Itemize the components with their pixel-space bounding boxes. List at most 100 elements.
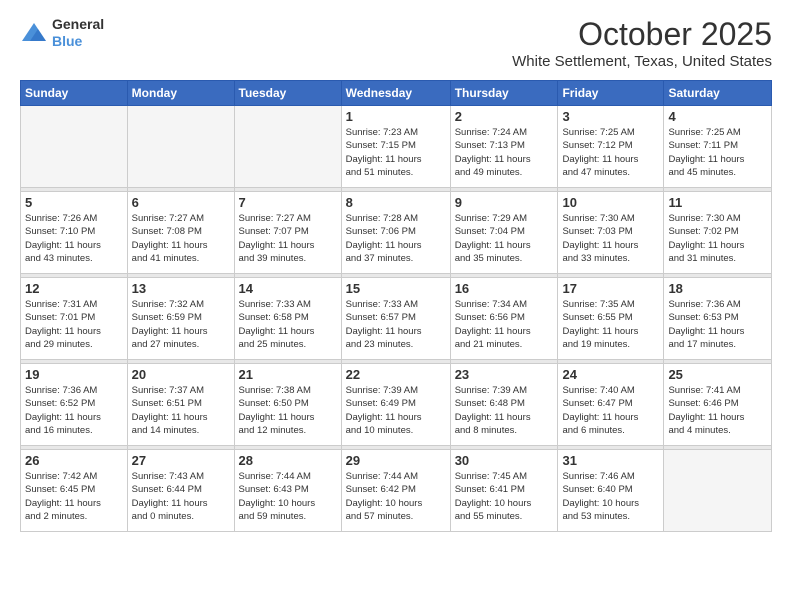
logo-icon xyxy=(20,19,48,47)
table-row: 18 Sunrise: 7:36 AM Sunset: 6:53 PM Dayli… xyxy=(664,278,772,360)
day-info: Sunrise: 7:30 AM Sunset: 7:02 PM Dayligh… xyxy=(668,212,767,265)
day-number: 9 xyxy=(455,195,554,210)
title-block: October 2025 White Settlement, Texas, Un… xyxy=(512,16,772,70)
table-row xyxy=(127,106,234,188)
table-row: 6 Sunrise: 7:27 AM Sunset: 7:08 PM Daylig… xyxy=(127,192,234,274)
day-info: Sunrise: 7:23 AM Sunset: 7:15 PM Dayligh… xyxy=(346,126,446,179)
day-info: Sunrise: 7:24 AM Sunset: 7:13 PM Dayligh… xyxy=(455,126,554,179)
table-row: 27 Sunrise: 7:43 AM Sunset: 6:44 PM Dayli… xyxy=(127,450,234,532)
day-number: 17 xyxy=(562,281,659,296)
day-number: 29 xyxy=(346,453,446,468)
day-number: 11 xyxy=(668,195,767,210)
table-row: 14 Sunrise: 7:33 AM Sunset: 6:58 PM Dayli… xyxy=(234,278,341,360)
table-row: 13 Sunrise: 7:32 AM Sunset: 6:59 PM Dayli… xyxy=(127,278,234,360)
day-number: 21 xyxy=(239,367,337,382)
table-row: 4 Sunrise: 7:25 AM Sunset: 7:11 PM Daylig… xyxy=(664,106,772,188)
day-info: Sunrise: 7:28 AM Sunset: 7:06 PM Dayligh… xyxy=(346,212,446,265)
day-info: Sunrise: 7:40 AM Sunset: 6:47 PM Dayligh… xyxy=(562,384,659,437)
day-info: Sunrise: 7:29 AM Sunset: 7:04 PM Dayligh… xyxy=(455,212,554,265)
table-row: 31Sunrise: 7:46 AM Sunset: 6:40 PM Dayli… xyxy=(558,450,664,532)
table-row: 29 Sunrise: 7:44 AM Sunset: 6:42 PM Dayli… xyxy=(341,450,450,532)
day-info: Sunrise: 7:44 AM Sunset: 6:43 PM Dayligh… xyxy=(239,470,337,523)
logo-general-text: General xyxy=(52,16,104,33)
day-number: 5 xyxy=(25,195,123,210)
day-info: Sunrise: 7:43 AM Sunset: 6:44 PM Dayligh… xyxy=(132,470,230,523)
day-number: 15 xyxy=(346,281,446,296)
day-number: 19 xyxy=(25,367,123,382)
day-info: Sunrise: 7:42 AM Sunset: 6:45 PM Dayligh… xyxy=(25,470,123,523)
table-row: 26Sunrise: 7:42 AM Sunset: 6:45 PM Dayli… xyxy=(21,450,128,532)
day-number: 25 xyxy=(668,367,767,382)
day-info: Sunrise: 7:34 AM Sunset: 6:56 PM Dayligh… xyxy=(455,298,554,351)
table-row: 11 Sunrise: 7:30 AM Sunset: 7:02 PM Dayli… xyxy=(664,192,772,274)
table-row: 2 Sunrise: 7:24 AM Sunset: 7:13 PM Daylig… xyxy=(450,106,558,188)
day-info: Sunrise: 7:33 AM Sunset: 6:57 PM Dayligh… xyxy=(346,298,446,351)
calendar-week-row: 1 Sunrise: 7:23 AM Sunset: 7:15 PM Daylig… xyxy=(21,106,772,188)
day-number: 2 xyxy=(455,109,554,124)
day-info: Sunrise: 7:27 AM Sunset: 7:08 PM Dayligh… xyxy=(132,212,230,265)
day-number: 12 xyxy=(25,281,123,296)
location: White Settlement, Texas, United States xyxy=(512,53,772,70)
day-info: Sunrise: 7:32 AM Sunset: 6:59 PM Dayligh… xyxy=(132,298,230,351)
table-row: 22Sunrise: 7:39 AM Sunset: 6:49 PM Dayli… xyxy=(341,364,450,446)
logo: General Blue xyxy=(20,16,104,50)
day-number: 14 xyxy=(239,281,337,296)
day-number: 6 xyxy=(132,195,230,210)
calendar-week-row: 26Sunrise: 7:42 AM Sunset: 6:45 PM Dayli… xyxy=(21,450,772,532)
calendar-week-row: 19 Sunrise: 7:36 AM Sunset: 6:52 PM Dayli… xyxy=(21,364,772,446)
day-number: 1 xyxy=(346,109,446,124)
page: General Blue October 2025 White Settleme… xyxy=(0,0,792,542)
logo-text: General Blue xyxy=(52,16,104,50)
day-number: 13 xyxy=(132,281,230,296)
day-info: Sunrise: 7:39 AM Sunset: 6:49 PM Dayligh… xyxy=(346,384,446,437)
col-tuesday: Tuesday xyxy=(234,81,341,106)
table-row: 9 Sunrise: 7:29 AM Sunset: 7:04 PM Daylig… xyxy=(450,192,558,274)
day-number: 10 xyxy=(562,195,659,210)
day-number: 16 xyxy=(455,281,554,296)
table-row xyxy=(21,106,128,188)
col-thursday: Thursday xyxy=(450,81,558,106)
day-number: 23 xyxy=(455,367,554,382)
header: General Blue October 2025 White Settleme… xyxy=(20,16,772,70)
day-info: Sunrise: 7:33 AM Sunset: 6:58 PM Dayligh… xyxy=(239,298,337,351)
day-number: 20 xyxy=(132,367,230,382)
day-info: Sunrise: 7:25 AM Sunset: 7:12 PM Dayligh… xyxy=(562,126,659,179)
table-row: 19 Sunrise: 7:36 AM Sunset: 6:52 PM Dayli… xyxy=(21,364,128,446)
day-info: Sunrise: 7:38 AM Sunset: 6:50 PM Dayligh… xyxy=(239,384,337,437)
calendar: Sunday Monday Tuesday Wednesday Thursday… xyxy=(20,80,772,532)
day-info: Sunrise: 7:44 AM Sunset: 6:42 PM Dayligh… xyxy=(346,470,446,523)
day-number: 7 xyxy=(239,195,337,210)
table-row: 7 Sunrise: 7:27 AM Sunset: 7:07 PM Daylig… xyxy=(234,192,341,274)
logo-blue-text: Blue xyxy=(52,33,104,50)
day-info: Sunrise: 7:31 AM Sunset: 7:01 PM Dayligh… xyxy=(25,298,123,351)
day-info: Sunrise: 7:25 AM Sunset: 7:11 PM Dayligh… xyxy=(668,126,767,179)
day-info: Sunrise: 7:35 AM Sunset: 6:55 PM Dayligh… xyxy=(562,298,659,351)
day-number: 30 xyxy=(455,453,554,468)
day-info: Sunrise: 7:27 AM Sunset: 7:07 PM Dayligh… xyxy=(239,212,337,265)
col-saturday: Saturday xyxy=(664,81,772,106)
col-wednesday: Wednesday xyxy=(341,81,450,106)
table-row: 28Sunrise: 7:44 AM Sunset: 6:43 PM Dayli… xyxy=(234,450,341,532)
day-info: Sunrise: 7:36 AM Sunset: 6:53 PM Dayligh… xyxy=(668,298,767,351)
day-number: 4 xyxy=(668,109,767,124)
day-number: 27 xyxy=(132,453,230,468)
table-row: 8Sunrise: 7:28 AM Sunset: 7:06 PM Daylig… xyxy=(341,192,450,274)
col-monday: Monday xyxy=(127,81,234,106)
day-info: Sunrise: 7:45 AM Sunset: 6:41 PM Dayligh… xyxy=(455,470,554,523)
day-info: Sunrise: 7:39 AM Sunset: 6:48 PM Dayligh… xyxy=(455,384,554,437)
table-row: 23 Sunrise: 7:39 AM Sunset: 6:48 PM Dayli… xyxy=(450,364,558,446)
table-row: 25Sunrise: 7:41 AM Sunset: 6:46 PM Dayli… xyxy=(664,364,772,446)
calendar-header-row: Sunday Monday Tuesday Wednesday Thursday… xyxy=(21,81,772,106)
table-row: 3Sunrise: 7:25 AM Sunset: 7:12 PM Daylig… xyxy=(558,106,664,188)
table-row: 5 Sunrise: 7:26 AM Sunset: 7:10 PM Daylig… xyxy=(21,192,128,274)
day-info: Sunrise: 7:26 AM Sunset: 7:10 PM Dayligh… xyxy=(25,212,123,265)
day-number: 24 xyxy=(562,367,659,382)
calendar-week-row: 5 Sunrise: 7:26 AM Sunset: 7:10 PM Daylig… xyxy=(21,192,772,274)
day-number: 18 xyxy=(668,281,767,296)
table-row: 16 Sunrise: 7:34 AM Sunset: 6:56 PM Dayli… xyxy=(450,278,558,360)
day-info: Sunrise: 7:36 AM Sunset: 6:52 PM Dayligh… xyxy=(25,384,123,437)
table-row: 15 Sunrise: 7:33 AM Sunset: 6:57 PM Dayli… xyxy=(341,278,450,360)
table-row: 1 Sunrise: 7:23 AM Sunset: 7:15 PM Daylig… xyxy=(341,106,450,188)
table-row: 17 Sunrise: 7:35 AM Sunset: 6:55 PM Dayli… xyxy=(558,278,664,360)
table-row: 10Sunrise: 7:30 AM Sunset: 7:03 PM Dayli… xyxy=(558,192,664,274)
